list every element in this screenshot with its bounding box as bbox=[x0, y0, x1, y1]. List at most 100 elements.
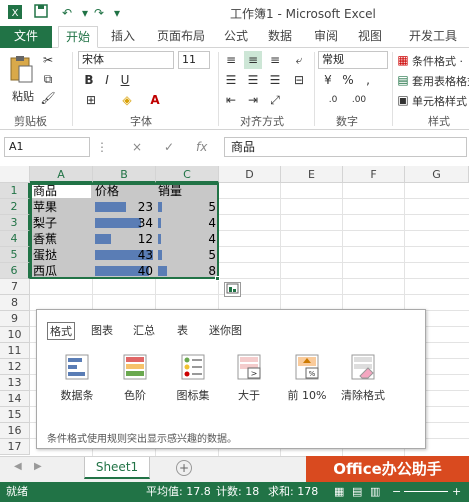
percent-icon[interactable]: % bbox=[340, 71, 356, 89]
qa-greater-than-button[interactable]: > 大于 bbox=[221, 354, 277, 403]
status-normal-view-icon[interactable]: ▦ bbox=[334, 482, 344, 502]
bold-icon[interactable]: B bbox=[82, 71, 96, 89]
row-header[interactable]: 16 bbox=[0, 423, 30, 439]
redo-icon[interactable]: ↷ bbox=[90, 4, 108, 22]
number-format-select[interactable]: 常规 bbox=[318, 51, 388, 69]
zoom-out-icon[interactable]: − bbox=[392, 482, 401, 502]
cell-quantity[interactable]: 4 bbox=[158, 215, 216, 231]
row-header[interactable]: 17 bbox=[0, 439, 30, 455]
qa-tab-charts[interactable]: 图表 bbox=[91, 322, 113, 338]
row-header[interactable]: 8 bbox=[0, 295, 30, 311]
header-cell-price[interactable]: 价格 bbox=[95, 183, 119, 199]
row-header[interactable]: 9 bbox=[0, 311, 30, 327]
wrap-text-icon[interactable]: ⤶ bbox=[290, 51, 308, 69]
cell-quantity[interactable]: 5 bbox=[158, 247, 216, 263]
tab-developer[interactable]: 开发工具 bbox=[402, 26, 464, 48]
cancel-icon[interactable]: × bbox=[132, 137, 142, 157]
cell-price[interactable]: 40 bbox=[95, 263, 153, 279]
column-header[interactable]: E bbox=[281, 166, 343, 183]
align-right-icon[interactable]: ☰ bbox=[266, 71, 284, 89]
qa-tab-tables[interactable]: 表 bbox=[177, 322, 188, 338]
cell-product[interactable]: 梨子 bbox=[33, 215, 57, 231]
currency-icon[interactable]: ¥ bbox=[320, 71, 336, 89]
quick-analysis-icon[interactable] bbox=[224, 282, 241, 297]
zoom-slider[interactable] bbox=[404, 491, 448, 492]
increase-indent-icon[interactable]: ⇥ bbox=[244, 91, 262, 109]
save-icon[interactable] bbox=[32, 4, 50, 22]
row-header[interactable]: 11 bbox=[0, 343, 30, 359]
zoom-in-icon[interactable]: + bbox=[452, 482, 461, 502]
tab-formulas[interactable]: 公式 bbox=[218, 26, 254, 48]
align-left-icon[interactable]: ☰ bbox=[222, 71, 240, 89]
merge-cells-icon[interactable]: ⊟ bbox=[290, 71, 308, 89]
tab-home[interactable]: 开始 bbox=[58, 26, 98, 48]
row-header[interactable]: 12 bbox=[0, 359, 30, 375]
row-header[interactable]: 2 bbox=[0, 199, 30, 215]
row-header[interactable]: 15 bbox=[0, 407, 30, 423]
cell-quantity[interactable]: 5 bbox=[158, 199, 216, 215]
decrease-indent-icon[interactable]: ⇤ bbox=[222, 91, 240, 109]
enter-icon[interactable]: ✓ bbox=[164, 137, 174, 157]
header-cell-quantity[interactable]: 销量 bbox=[158, 183, 182, 199]
status-page-layout-icon[interactable]: ▤ bbox=[352, 482, 362, 502]
align-bottom-icon[interactable]: ≡ bbox=[266, 51, 284, 69]
copy-icon[interactable]: ⧉ bbox=[40, 70, 56, 88]
row-header[interactable]: 1 bbox=[0, 183, 30, 199]
fill-color-icon[interactable]: ◈ bbox=[118, 91, 136, 109]
table-format-button[interactable]: 套用表格格式 bbox=[412, 73, 469, 89]
qa-tab-sparklines[interactable]: 迷你图 bbox=[209, 322, 242, 338]
formula-bar-menu-icon[interactable]: ⋮ bbox=[96, 137, 108, 157]
borders-icon[interactable]: ⊞ bbox=[82, 91, 100, 109]
qa-icon-set-button[interactable]: 图标集 bbox=[165, 354, 221, 403]
font-size-select[interactable]: 11 bbox=[178, 51, 210, 69]
sheet-nav-next-icon[interactable]: ▶ bbox=[34, 461, 42, 472]
comma-style-icon[interactable]: , bbox=[360, 71, 376, 89]
tab-file[interactable]: 文件 bbox=[0, 26, 52, 48]
cell-styles-button[interactable]: 单元格样式 bbox=[412, 93, 467, 109]
table-format-icon[interactable]: ▤ bbox=[396, 71, 410, 89]
conditional-format-button[interactable]: 条件格式 · bbox=[412, 53, 463, 69]
cell-product[interactable]: 西瓜 bbox=[33, 263, 57, 279]
font-color-icon[interactable]: A bbox=[146, 91, 164, 109]
font-name-select[interactable]: 宋体 bbox=[78, 51, 174, 69]
fill-handle[interactable] bbox=[215, 276, 220, 281]
cell-product[interactable]: 苹果 bbox=[33, 199, 57, 215]
column-header[interactable]: B bbox=[93, 166, 156, 183]
insert-function-icon[interactable]: fx bbox=[196, 137, 207, 157]
format-painter-icon[interactable]: 🖌 bbox=[40, 89, 56, 107]
tab-data[interactable]: 数据 bbox=[262, 26, 298, 48]
italic-icon[interactable]: I bbox=[100, 71, 114, 89]
tab-view[interactable]: 视图 bbox=[352, 26, 388, 48]
add-sheet-icon[interactable]: + bbox=[176, 460, 192, 476]
tab-page-layout[interactable]: 页面布局 bbox=[150, 26, 212, 48]
cell-price[interactable]: 43 bbox=[95, 247, 153, 263]
row-header[interactable]: 5 bbox=[0, 247, 30, 263]
row-header[interactable]: 10 bbox=[0, 327, 30, 343]
column-header[interactable]: C bbox=[156, 166, 219, 183]
row-header[interactable]: 3 bbox=[0, 215, 30, 231]
qa-tab-totals[interactable]: 汇总 bbox=[133, 322, 155, 338]
undo-icon[interactable]: ↶ bbox=[58, 4, 76, 22]
tab-insert[interactable]: 插入 bbox=[104, 26, 142, 48]
row-header[interactable]: 13 bbox=[0, 375, 30, 391]
qa-data-bars-button[interactable]: 数据条 bbox=[49, 354, 105, 403]
qa-tab-formatting[interactable]: 格式 bbox=[47, 322, 75, 340]
formula-input[interactable]: 商品 bbox=[224, 137, 467, 157]
column-header[interactable]: D bbox=[219, 166, 281, 183]
align-center-icon[interactable]: ☰ bbox=[244, 71, 262, 89]
row-header[interactable]: 4 bbox=[0, 231, 30, 247]
cell-price[interactable]: 23 bbox=[95, 199, 153, 215]
customize-toolbar-icon[interactable]: ▾ bbox=[108, 4, 126, 22]
cell-price[interactable]: 34 bbox=[95, 215, 153, 231]
qa-top-ten-percent-button[interactable]: % 前 10% bbox=[279, 354, 335, 403]
cut-icon[interactable]: ✂ bbox=[40, 51, 56, 69]
cell-quantity[interactable]: 4 bbox=[158, 231, 216, 247]
paste-label[interactable]: 粘贴 bbox=[12, 88, 34, 104]
row-header[interactable]: 7 bbox=[0, 279, 30, 295]
column-header[interactable]: A bbox=[30, 166, 93, 183]
header-cell-product[interactable]: 商品 bbox=[33, 183, 57, 199]
sheet-tab-sheet1[interactable]: Sheet1 bbox=[84, 457, 150, 479]
cell-product[interactable]: 香蕉 bbox=[33, 231, 57, 247]
tab-review[interactable]: 审阅 bbox=[308, 26, 344, 48]
qa-clear-format-button[interactable]: 清除格式 bbox=[335, 354, 391, 403]
